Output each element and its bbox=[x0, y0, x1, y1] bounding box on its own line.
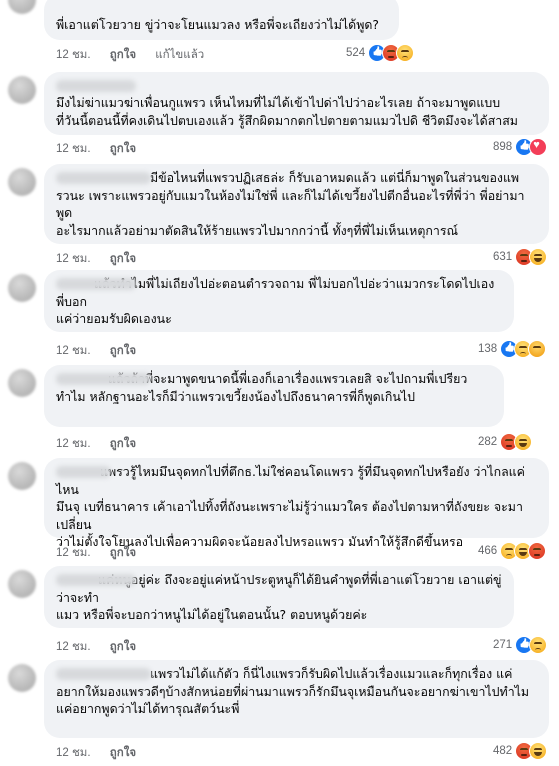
comment-meta: 12 ชม. ถูกใจ bbox=[56, 435, 152, 453]
author-name[interactable] bbox=[56, 80, 136, 92]
comment-meta: 12 ชม. ถูกใจ bbox=[56, 744, 152, 762]
reaction-summary[interactable]: 138 bbox=[478, 340, 547, 358]
comment-meta: 12 ชม. ถูกใจ แก้ไขแล้ว bbox=[56, 46, 220, 64]
avatar[interactable] bbox=[8, 76, 36, 104]
author-name[interactable] bbox=[56, 172, 151, 184]
reaction-count: 138 bbox=[478, 343, 498, 355]
haha-icon bbox=[514, 433, 533, 451]
reaction-summary[interactable]: 282 bbox=[478, 433, 533, 451]
comment-meta: 12 ชม. ถูกใจ bbox=[56, 544, 152, 562]
comment-meta: 12 ชม. ถูกใจ bbox=[56, 140, 152, 158]
avatar[interactable] bbox=[8, 664, 36, 692]
haha-icon bbox=[529, 742, 548, 760]
comment-text: แพรวรู้ไหมมึนจุดทกไปที่ตึกธ.ไม่ใช่คอนโดแ… bbox=[56, 464, 525, 549]
like-button[interactable]: ถูกใจ bbox=[110, 438, 136, 450]
author-name[interactable] bbox=[56, 574, 136, 586]
like-button[interactable]: ถูกใจ bbox=[110, 547, 136, 559]
like-button[interactable]: ถูกใจ bbox=[110, 49, 136, 61]
avatar[interactable] bbox=[8, 274, 36, 302]
reaction-summary[interactable]: 631 bbox=[493, 248, 548, 266]
edited-label[interactable]: แก้ไขแล้ว bbox=[155, 49, 204, 61]
avatar[interactable] bbox=[8, 462, 36, 490]
like-button[interactable]: ถูกใจ bbox=[110, 253, 136, 265]
reaction-summary[interactable]: 466 bbox=[478, 542, 547, 560]
comment-bubble: มึงไม่ฆ่าแมวฆ่าเพื่อนกูแพรว เห็นไหมที่ไม… bbox=[44, 72, 549, 135]
comment-bubble: พี่เอาแต่โวยวาย ขู่ว่าจะโยนแมวลง หรือพี่… bbox=[44, 0, 399, 40]
comment-bubble: มีข้อไหนที่แพรวปฏิเสธล่ะ ก็รับเอาหมดแล้ว… bbox=[44, 164, 549, 244]
comment-bubble: แล้วถ้าพี่จะมาพูดขนาดนี้พี่เองก็เอาเรื่อ… bbox=[44, 365, 504, 427]
reaction-count: 631 bbox=[493, 251, 513, 263]
reaction-summary[interactable]: 524 bbox=[346, 44, 415, 62]
avatar[interactable] bbox=[8, 0, 36, 14]
care-icon bbox=[528, 340, 547, 358]
comment-bubble: แค่หนูอยู่ค่ะ ถึงจะอยู่แค่หน้าประตูหนูก็… bbox=[44, 566, 514, 628]
heart-icon bbox=[529, 138, 548, 156]
timestamp[interactable]: 12 ชม. bbox=[56, 438, 91, 450]
comment-text: พี่เอาแต่โวยวาย ขู่ว่าจะโยนแมวลง หรือพี่… bbox=[56, 17, 379, 32]
like-button[interactable]: ถูกใจ bbox=[110, 747, 136, 759]
like-button[interactable]: ถูกใจ bbox=[110, 345, 136, 357]
author-name[interactable] bbox=[56, 278, 136, 290]
reaction-count: 898 bbox=[493, 141, 513, 153]
timestamp[interactable]: 12 ชม. bbox=[56, 747, 91, 759]
timestamp[interactable]: 12 ชม. bbox=[56, 547, 91, 559]
reaction-summary[interactable]: 482 bbox=[493, 742, 548, 760]
sad-icon bbox=[529, 636, 548, 654]
like-button[interactable]: ถูกใจ bbox=[110, 641, 136, 653]
timestamp[interactable]: 12 ชม. bbox=[56, 253, 91, 265]
reaction-count: 282 bbox=[478, 436, 498, 448]
reaction-count: 466 bbox=[478, 545, 498, 557]
reaction-count: 482 bbox=[493, 745, 513, 757]
angry-icon bbox=[528, 542, 547, 560]
reaction-summary[interactable]: 898 bbox=[493, 138, 548, 156]
like-button[interactable]: ถูกใจ bbox=[110, 143, 136, 155]
haha-icon bbox=[529, 248, 548, 266]
comment-text: มึงไม่ฆ่าแมวฆ่าเพื่อนกูแพรว เห็นไหมที่ไม… bbox=[56, 95, 518, 128]
comment-meta: 12 ชม. ถูกใจ bbox=[56, 638, 152, 656]
timestamp[interactable]: 12 ชม. bbox=[56, 143, 91, 155]
avatar[interactable] bbox=[8, 570, 36, 598]
timestamp[interactable]: 12 ชม. bbox=[56, 345, 91, 357]
comment-meta: 12 ชม. ถูกใจ bbox=[56, 342, 152, 360]
author-name[interactable] bbox=[56, 373, 151, 385]
reaction-count: 524 bbox=[346, 47, 366, 59]
comment-bubble: แพรวไม่ได้แก้ตัว ก็นี่ไงแพรวก็รับผิดไปแล… bbox=[44, 660, 549, 738]
author-name[interactable] bbox=[56, 668, 151, 680]
sad-icon bbox=[396, 44, 415, 62]
timestamp[interactable]: 12 ชม. bbox=[56, 49, 91, 61]
comment-bubble: แล้วทำไมพี่ไม่เถียงไปอ่ะตอนตำรวจถาม พี่ไ… bbox=[44, 270, 514, 332]
comment-bubble: แพรวรู้ไหมมึนจุดทกไปที่ตึกธ.ไม่ใช่คอนโดแ… bbox=[44, 458, 549, 549]
reaction-summary[interactable]: 271 bbox=[493, 636, 548, 654]
reaction-count: 271 bbox=[493, 639, 513, 651]
avatar[interactable] bbox=[8, 369, 36, 397]
timestamp[interactable]: 12 ชม. bbox=[56, 641, 91, 653]
avatar[interactable] bbox=[8, 168, 36, 196]
comment-meta: 12 ชม. ถูกใจ bbox=[56, 250, 152, 268]
author-name[interactable] bbox=[56, 466, 111, 478]
